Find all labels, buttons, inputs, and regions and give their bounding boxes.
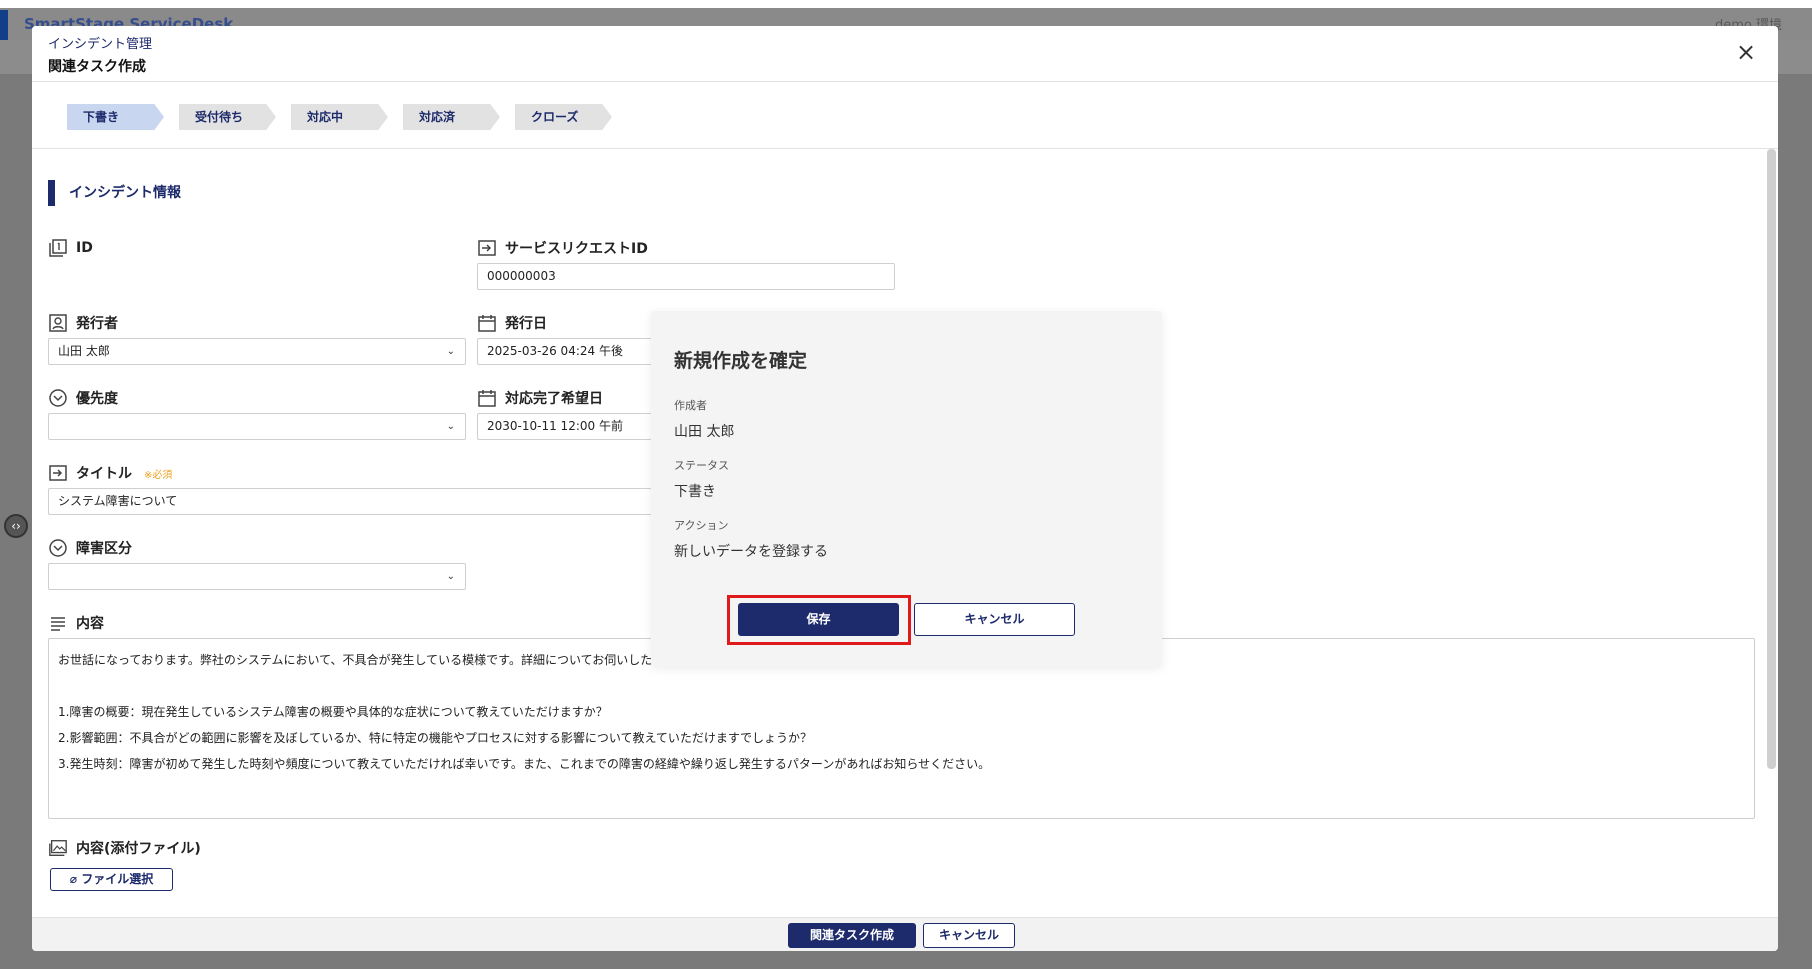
fault-category-select[interactable]: ⌄ bbox=[48, 563, 466, 590]
issue-date-field[interactable]: 2025-03-26 04:24 午後 bbox=[477, 338, 677, 365]
image-gallery-icon bbox=[48, 838, 68, 858]
title-label-text: タイトル bbox=[76, 466, 132, 482]
breadcrumb[interactable]: インシデント管理 bbox=[48, 33, 152, 52]
service-request-id-field[interactable]: 000000003 bbox=[477, 263, 895, 290]
title-label: タイトル ※必須 bbox=[48, 463, 172, 483]
priority-label: 優先度 bbox=[48, 388, 118, 408]
issuer-label-text: 発行者 bbox=[76, 316, 118, 332]
app-brand-bar bbox=[0, 10, 8, 42]
input-arrow-icon bbox=[477, 238, 497, 258]
service-request-id-label: サービスリクエストID bbox=[477, 238, 648, 258]
status-steps: 下書き 受付待ち 対応中 対応済 クローズ bbox=[67, 104, 627, 130]
step-resolved: 対応済 bbox=[403, 104, 500, 130]
paperclip-icon: ⌀ bbox=[69, 872, 78, 886]
issue-date-label-text: 発行日 bbox=[505, 316, 547, 332]
user-icon bbox=[48, 313, 68, 333]
fault-category-label: 障害区分 bbox=[48, 538, 132, 558]
footer-cancel-button[interactable]: キャンセル bbox=[923, 923, 1015, 948]
panel-header: インシデント管理 関連タスク作成 × bbox=[32, 26, 1778, 82]
id-label: ID bbox=[48, 238, 93, 258]
fault-category-label-text: 障害区分 bbox=[76, 541, 132, 557]
content-line: 2.影響範囲：不具合がどの範囲に影響を及ぼしているか、特に特定の機能やプロセスに… bbox=[58, 731, 813, 745]
attachment-label-text: 内容(添付ファイル) bbox=[76, 841, 201, 857]
desired-completion-label: 対応完了希望日 bbox=[477, 388, 603, 408]
close-icon[interactable]: × bbox=[1732, 38, 1760, 66]
save-button[interactable]: 保存 bbox=[738, 603, 899, 636]
sidebar-toggle-icon[interactable]: ‹› bbox=[4, 514, 28, 538]
content-label-text: 内容 bbox=[76, 616, 104, 632]
calendar-icon bbox=[477, 388, 497, 408]
input-arrow-icon bbox=[48, 463, 68, 483]
confirm-dialog: 新規作成を確定 作成者 山田 太郎 ステータス 下書き アクション 新しいデータ… bbox=[651, 311, 1162, 667]
issue-date-label: 発行日 bbox=[477, 313, 547, 333]
panel-footer: 関連タスク作成 キャンセル bbox=[32, 917, 1778, 951]
step-draft: 下書き bbox=[67, 104, 164, 130]
desired-completion-field[interactable]: 2030-10-11 12:00 午前 bbox=[477, 413, 677, 440]
chevron-down-icon: ⌄ bbox=[446, 571, 455, 582]
id-icon bbox=[48, 238, 68, 258]
attachment-label: 内容(添付ファイル) bbox=[48, 838, 201, 858]
required-badge: ※必須 bbox=[144, 469, 173, 481]
chevron-down-icon: ⌄ bbox=[446, 346, 455, 357]
id-label-text: ID bbox=[76, 240, 93, 256]
title-field[interactable]: システム障害について bbox=[48, 488, 677, 515]
step-waiting: 受付待ち bbox=[179, 104, 276, 130]
divider bbox=[32, 148, 1778, 149]
action-value: 新しいデータを登録する bbox=[674, 544, 828, 560]
step-closed: クローズ bbox=[515, 104, 612, 130]
dialog-title: 新規作成を確定 bbox=[674, 350, 808, 372]
status-value: 下書き bbox=[674, 484, 716, 500]
priority-label-text: 優先度 bbox=[76, 391, 118, 407]
issuer-label: 発行者 bbox=[48, 313, 118, 333]
status-label: ステータス bbox=[674, 459, 729, 472]
lines-icon bbox=[48, 613, 68, 633]
creator-value: 山田 太郎 bbox=[674, 424, 735, 440]
content-label: 内容 bbox=[48, 613, 104, 633]
file-select-button[interactable]: ⌀ ファイル選択 bbox=[50, 868, 173, 891]
page-title: 関連タスク作成 bbox=[48, 59, 146, 75]
chevron-circle-icon bbox=[48, 538, 68, 558]
desired-completion-label-text: 対応完了希望日 bbox=[505, 391, 603, 407]
content-line: 3.発生時刻：障害が初めて発生した時刻や頻度について教えていただければ幸いです。… bbox=[58, 757, 991, 771]
action-label: アクション bbox=[674, 519, 729, 532]
creator-label: 作成者 bbox=[674, 399, 707, 412]
issuer-select[interactable]: 山田 太郎 ⌄ bbox=[48, 338, 466, 365]
calendar-icon bbox=[477, 313, 497, 333]
service-request-id-label-text: サービスリクエストID bbox=[505, 241, 648, 257]
step-in-progress: 対応中 bbox=[291, 104, 388, 130]
priority-select[interactable]: ⌄ bbox=[48, 413, 466, 440]
create-related-task-button[interactable]: 関連タスク作成 bbox=[788, 923, 916, 948]
content-line bbox=[58, 673, 1745, 699]
dialog-cancel-button[interactable]: キャンセル bbox=[914, 603, 1075, 636]
scrollbar[interactable] bbox=[1767, 149, 1776, 769]
issuer-value: 山田 太郎 bbox=[58, 344, 110, 358]
chevron-down-icon: ⌄ bbox=[446, 421, 455, 432]
file-select-label: ファイル選択 bbox=[81, 872, 154, 886]
content-line: 1.障害の概要：現在発生しているシステム障害の概要や具体的な症状について教えてい… bbox=[58, 705, 608, 719]
chevron-circle-icon bbox=[48, 388, 68, 408]
section-title: インシデント情報 bbox=[48, 180, 181, 206]
